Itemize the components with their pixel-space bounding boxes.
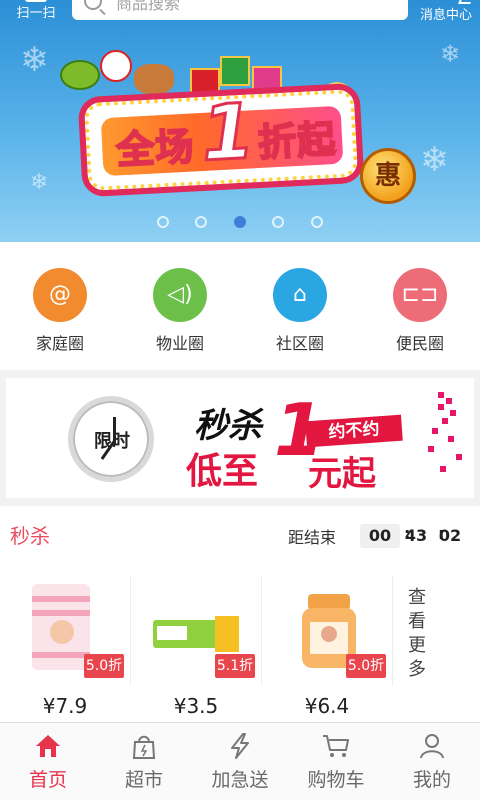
app-screen: ❄ ❄ ❄ ❄ 全场 折起 1 惠 扫一扫 商品搜索 消息中心 @ 家庭圈 ◁)…: [0, 0, 480, 800]
flash-line3: 元起: [308, 454, 376, 494]
message-icon: [458, 0, 474, 4]
countdown-label: 距结束: [288, 528, 337, 547]
product-card[interactable]: 5.0折 ¥7.9: [0, 570, 130, 720]
snowflake-icon: ❄: [30, 170, 49, 195]
seckill-section: 秒杀 距结束 00 : 43 : 02 5.0折 ¥7.9 5.1折 ¥3.5 …: [0, 506, 480, 722]
countdown-seconds: 02: [438, 526, 462, 545]
seckill-product-list: 5.0折 ¥7.9 5.1折 ¥3.5 5.0折 ¥6.4 查看更多: [0, 570, 480, 720]
divider: [392, 576, 393, 686]
pixel-decoration: [428, 392, 468, 482]
tab-profile[interactable]: 我的: [384, 723, 480, 800]
home-icon: [36, 735, 60, 757]
flash-line2: 低至: [186, 451, 259, 492]
carousel-dot[interactable]: [157, 216, 169, 228]
discount-badge: 5.0折: [346, 654, 386, 678]
car-icon: ⊏⊐: [401, 282, 439, 307]
flash-sale-banner[interactable]: 限时 秒杀 1 约不约 低至 元起: [6, 378, 474, 498]
tab-cart[interactable]: 购物车: [288, 723, 384, 800]
product-price: ¥7.9: [42, 694, 88, 718]
promo-carousel[interactable]: ❄ ❄ ❄ ❄ 全场 折起 1 惠 扫一扫 商品搜索 消息中心: [0, 0, 480, 242]
tab-label: 购物车: [307, 769, 365, 791]
view-more-button[interactable]: 查看更多: [408, 586, 432, 682]
speaker-icon: ◁): [167, 282, 193, 307]
carousel-indicator: [0, 216, 480, 230]
countdown-hours: 00: [360, 524, 400, 548]
clock-text: 限时: [94, 431, 130, 452]
discount-badge: 5.1折: [215, 654, 255, 678]
snowflake-icon: ❄: [440, 40, 461, 68]
flash-tag: 约不约: [305, 414, 403, 448]
scan-button[interactable]: 扫一扫: [10, 0, 62, 22]
carousel-dot-active[interactable]: [234, 216, 246, 228]
tab-home[interactable]: 首页: [0, 723, 96, 800]
category-label: 家庭圈: [35, 334, 84, 353]
promo-number: 1: [198, 85, 258, 180]
category-row: @ 家庭圈 ◁) 物业圈 ⌂ 社区圈 ⊏⊐ 便民圈: [0, 242, 480, 370]
seckill-header: 秒杀 距结束 00 : 43 : 02: [0, 506, 480, 562]
bottom-tab-bar: 首页 超市 加急送 购物车 我的: [0, 722, 480, 800]
tab-label: 我的: [412, 769, 451, 791]
tab-label: 加急送: [211, 769, 269, 791]
category-community[interactable]: ⌂ 社区圈: [255, 268, 345, 358]
flash-line1: 秒杀: [194, 406, 262, 446]
category-property[interactable]: ◁) 物业圈: [135, 268, 225, 358]
scan-label: 扫一扫: [16, 6, 56, 21]
lightning-icon: [231, 733, 249, 759]
shopping-bag-icon: [132, 735, 156, 759]
category-label: 社区圈: [275, 334, 324, 353]
category-label: 便民圈: [395, 334, 444, 353]
snowflake-icon: ❄: [20, 40, 49, 80]
tab-supermarket[interactable]: 超市: [96, 723, 192, 800]
product-price: ¥3.5: [173, 694, 219, 718]
tab-label: 首页: [28, 769, 67, 791]
swirl-icon: @: [49, 282, 71, 307]
discount-badge: 5.0折: [84, 654, 124, 678]
category-label: 物业圈: [155, 334, 204, 353]
search-bar[interactable]: 商品搜索: [72, 0, 408, 20]
product-card[interactable]: 5.1折 ¥3.5: [131, 570, 261, 720]
search-placeholder: 商品搜索: [116, 0, 181, 13]
user-icon: [420, 734, 444, 759]
promo-badge: 惠: [360, 148, 416, 204]
product-price: ¥6.4: [304, 694, 350, 718]
promo-sign: 全场 折起 1: [83, 85, 359, 192]
clock-illustration: 限时: [68, 396, 154, 482]
cart-icon: [323, 735, 349, 757]
top-bar: 扫一扫 商品搜索 消息中心: [0, 0, 480, 23]
message-center-label: 消息中心: [419, 8, 472, 23]
message-center-button[interactable]: 消息中心: [416, 0, 476, 23]
carousel-dot[interactable]: [311, 216, 323, 228]
seckill-title: 秒杀: [10, 524, 50, 548]
category-convenience[interactable]: ⊏⊐ 便民圈: [375, 268, 465, 358]
product-card[interactable]: 5.0折 ¥6.4: [262, 570, 392, 720]
home-icon: ⌂: [293, 282, 307, 307]
category-family[interactable]: @ 家庭圈: [15, 268, 105, 358]
snowflake-icon: ❄: [420, 140, 449, 180]
search-icon: [84, 0, 102, 10]
promo-text-left: 全场: [114, 123, 196, 173]
tab-label: 超市: [124, 769, 163, 791]
carousel-dot[interactable]: [195, 216, 207, 228]
carousel-dot[interactable]: [272, 216, 284, 228]
tab-express[interactable]: 加急送: [192, 723, 288, 800]
promo-text-right: 折起: [256, 116, 338, 166]
